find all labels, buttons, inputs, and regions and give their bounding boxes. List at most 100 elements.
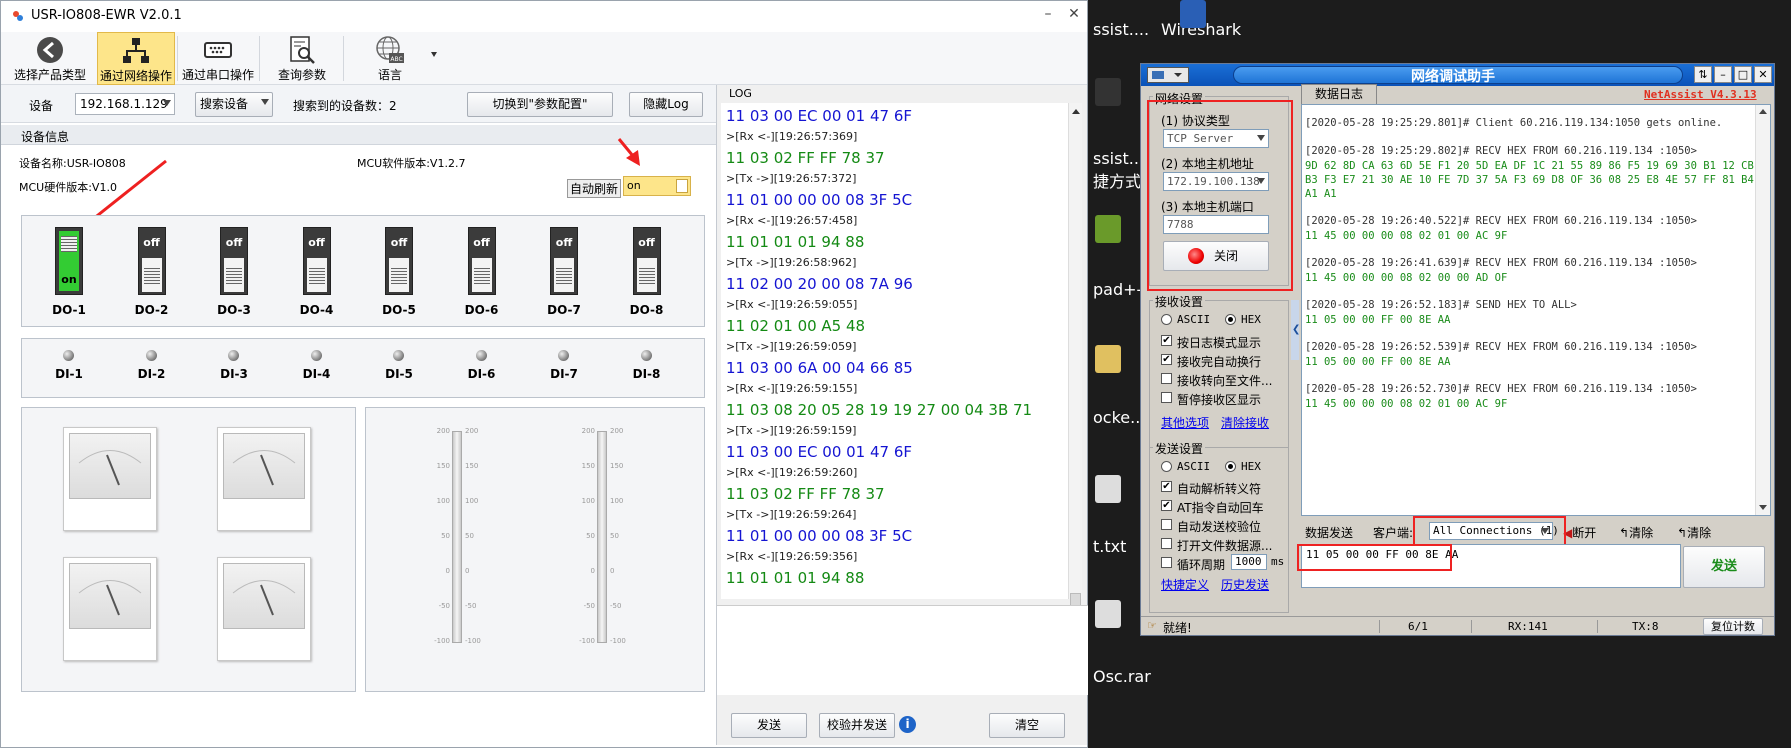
close-connection-button[interactable]: 关闭 (1163, 241, 1269, 271)
do-switch-6[interactable]: off (467, 227, 496, 295)
do-switch-4[interactable]: off (302, 227, 331, 295)
loop-period-input[interactable]: 1000 (1231, 554, 1267, 570)
recv-option-checkbox[interactable]: ✔ (1161, 354, 1172, 365)
do-switch-3[interactable]: off (220, 227, 248, 295)
data-log-tab[interactable]: 数据日志 (1301, 84, 1377, 104)
auto-refresh-toggle[interactable]: on (623, 176, 691, 196)
send-option-checkbox[interactable] (1161, 538, 1172, 549)
select-product-button[interactable]: 选择产品类型 (7, 32, 93, 85)
slider-tick-label: 100 (581, 497, 595, 505)
recv-ascii-radio[interactable] (1161, 314, 1172, 325)
folder-icon[interactable] (1095, 345, 1121, 373)
recv-option-checkbox[interactable] (1161, 373, 1172, 384)
netassist-title: 网络调试助手 (1411, 69, 1495, 85)
netassist-send-button[interactable]: 发送 (1683, 546, 1765, 588)
desktop-icon-label[interactable]: 捷方式 (1093, 168, 1141, 192)
send-ascii-radio[interactable] (1161, 461, 1172, 472)
log-hex-line: 11 01 01 01 94 88 (726, 569, 865, 587)
desktop-icon-label[interactable]: ssist.... (1093, 20, 1149, 39)
desktop-icon-label[interactable]: ocke... (1093, 408, 1145, 427)
slider-tick-label: 50 (610, 532, 619, 540)
host-port-input[interactable]: 7788 (1163, 215, 1269, 234)
clear-button-1[interactable]: ↰清除 (1619, 524, 1653, 541)
slider-tick-label: 200 (465, 427, 479, 435)
log-meta-line: >[Rx <-][19:26:57:458] (726, 214, 858, 227)
log-hex-line: 11 02 01 00 A5 48 (726, 317, 866, 335)
di-label: DI-8 (632, 367, 661, 381)
do-state-text: off (308, 236, 325, 249)
language-dropdown-arrow[interactable] (431, 52, 437, 57)
recv-option-checkbox[interactable]: ✔ (1161, 335, 1172, 346)
verify-and-send-button[interactable]: 校验并发送 (819, 713, 895, 738)
data-send-tab[interactable]: 数据发送 (1305, 524, 1353, 541)
netassist-system-menu[interactable] (1147, 67, 1189, 83)
do-switch-1[interactable]: on (55, 227, 83, 295)
log-input-area[interactable] (717, 605, 1088, 695)
desktop-icon-label[interactable]: t.txt (1093, 537, 1126, 556)
info-icon[interactable]: i (899, 716, 916, 733)
close-button[interactable]: ✕ (1063, 6, 1085, 26)
protocol-select[interactable]: TCP Server (1163, 129, 1269, 148)
switch-to-param-config-button[interactable]: 切换到"参数配置" (467, 92, 613, 117)
host-address-select[interactable]: 172.19.100.138 (1163, 172, 1269, 191)
device-ip-select[interactable]: 192.168.1.129 (75, 93, 175, 115)
netassist-minimize-button[interactable]: – (1714, 66, 1732, 83)
slider-tick-label: -100 (610, 637, 626, 645)
send-option-checkbox[interactable]: ✔ (1161, 500, 1172, 511)
log-meta-line: >[Tx ->][19:26:59:159] (726, 424, 857, 437)
netassist-desktop-icon[interactable] (1095, 78, 1121, 106)
search-device-button[interactable]: 搜索设备 (195, 92, 273, 117)
send-option-checkbox[interactable]: ✔ (1161, 481, 1172, 492)
send-hex-radio[interactable] (1225, 461, 1236, 472)
language-button[interactable]: ABC 语言 (351, 32, 429, 85)
slider-tick-label: 50 (441, 532, 450, 540)
log-send-button[interactable]: 发送 (731, 713, 807, 738)
serial-operation-button[interactable]: 通过串口操作 (179, 32, 257, 85)
netassist-restore-button[interactable]: ⇅ (1694, 66, 1712, 83)
hide-log-button[interactable]: 隐藏Log (629, 92, 703, 117)
do-switch-5[interactable]: off (385, 227, 413, 295)
slider-tick-label: 200 (581, 427, 595, 435)
send-history-link[interactable]: 历史发送 (1221, 576, 1269, 593)
other-options-link[interactable]: 其他选项 (1161, 414, 1209, 431)
minimize-button[interactable]: – (1037, 6, 1059, 26)
log-clear-button[interactable]: 清空 (989, 713, 1065, 738)
quick-define-link[interactable]: 快捷定义 (1161, 576, 1209, 593)
do-switch-8[interactable]: off (632, 227, 661, 295)
text-file-icon[interactable] (1095, 475, 1121, 503)
recv-hex-radio[interactable] (1225, 314, 1236, 325)
do-switch-2[interactable]: off (137, 227, 166, 295)
desktop-icon-label[interactable]: Osc.rar (1093, 667, 1151, 686)
log-meta-line: >[Rx <-][19:26:59:260] (726, 466, 858, 479)
di-label: DI-5 (385, 367, 413, 381)
netassist-maximize-button[interactable]: □ (1734, 66, 1752, 83)
clear-receive-link[interactable]: 清除接收 (1221, 414, 1269, 431)
log-meta-line: >[Rx <-][19:26:59:055] (726, 298, 858, 311)
send-option-checkbox[interactable] (1161, 557, 1172, 568)
recv-option-checkbox[interactable] (1161, 392, 1172, 403)
analog-gauge-1 (63, 427, 157, 531)
do-state-text: off (143, 236, 160, 249)
status-tx: TX:8 (1597, 620, 1677, 633)
netassist-close-button[interactable]: ✕ (1754, 66, 1772, 83)
do-switch-7[interactable]: off (550, 227, 578, 295)
desktop-icon-label[interactable]: pad+- (1093, 280, 1142, 299)
slider-tick-label: -50 (465, 602, 477, 610)
slider-tick-label: 150 (581, 462, 595, 470)
data-log-scrollbar[interactable] (1755, 105, 1770, 515)
collapse-panel-toggle[interactable]: ❮ (1291, 300, 1300, 360)
notepad-icon[interactable] (1095, 215, 1121, 243)
wireshark-icon[interactable] (1180, 0, 1206, 28)
log-scrollbar[interactable] (1068, 103, 1082, 611)
disconnect-button[interactable]: ◀断开 (1563, 524, 1596, 541)
clear-button-2[interactable]: ↰清除 (1677, 524, 1711, 541)
device-info-header: 设备信息 (1, 125, 716, 145)
archive-icon[interactable] (1095, 600, 1121, 628)
network-operation-button[interactable]: 通过网络操作 (97, 32, 175, 85)
host-address-label: (2) 本地主机地址 (1161, 157, 1254, 171)
query-params-button[interactable]: 查询参数 (263, 32, 341, 85)
netassist-brand-link[interactable]: NetAssist V4.3.13 (1644, 88, 1757, 101)
send-option-checkbox[interactable] (1161, 519, 1172, 530)
reset-count-button[interactable]: 复位计数 (1703, 618, 1763, 635)
desktop-icon-label[interactable]: ssist... (1093, 149, 1144, 168)
